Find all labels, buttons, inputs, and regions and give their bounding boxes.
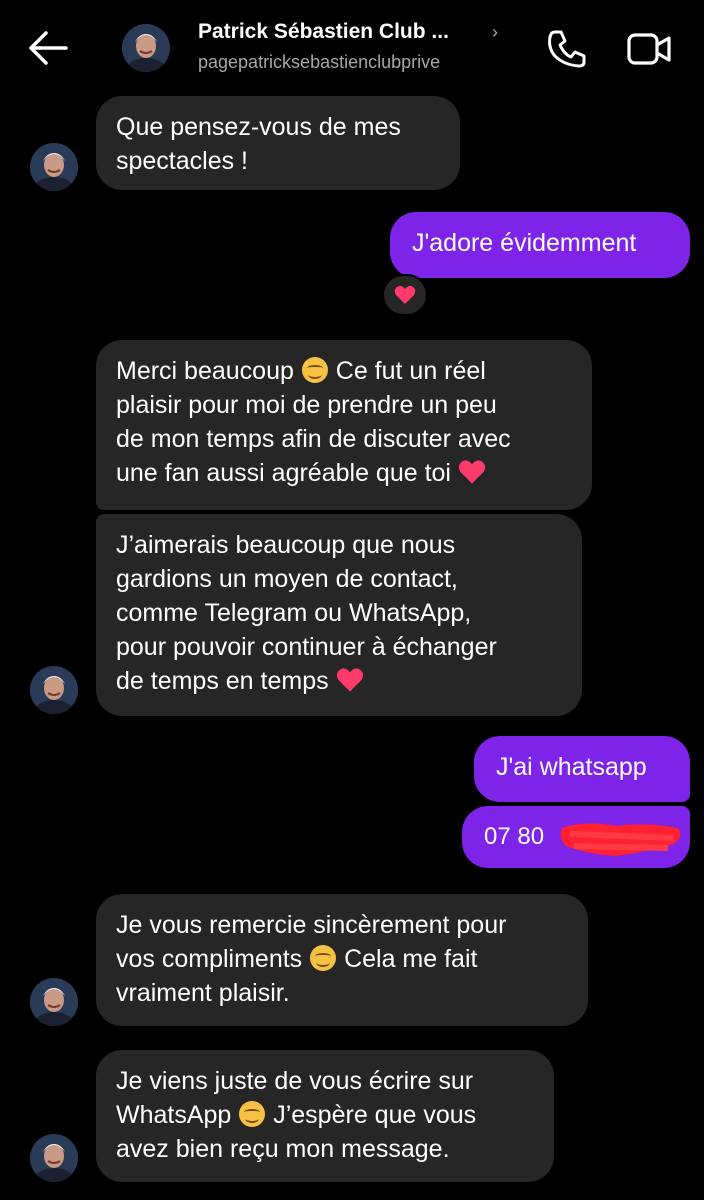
incoming-message[interactable]: Merci beaucoup Ce fut un réel plaisir po…	[96, 340, 592, 510]
message-text: J'ai whatsapp	[496, 753, 647, 781]
message-text: J'adore évidemment	[412, 229, 637, 257]
chevron-right-icon[interactable]: ›	[492, 22, 498, 43]
message-text: avez bien reçu mon message.	[116, 1135, 450, 1163]
outgoing-message[interactable]: J'ai whatsapp	[474, 736, 690, 802]
message-text: Je viens juste de vous écrire sur	[116, 1067, 474, 1095]
message-text: Ce fut un réel	[328, 357, 486, 385]
smiling-face-emoji-icon	[239, 1101, 266, 1127]
message-text: Cela me fait	[337, 945, 478, 973]
message-text: J’aimerais beaucoup que nous	[116, 531, 456, 559]
sender-avatar[interactable]	[30, 1134, 78, 1182]
contact-name[interactable]: Patrick Sébastien Club ...	[198, 20, 449, 44]
message-text: vos compliments	[116, 945, 310, 973]
message-text: pour pouvoir continuer à échanger	[116, 633, 497, 661]
message-text: de mon temps afin de discuter avec	[116, 425, 511, 453]
message-text: plaisir pour moi de prendre un peu	[116, 391, 497, 419]
incoming-message[interactable]: J’aimerais beaucoup que nous gardions un…	[96, 514, 582, 716]
chat-header: Patrick Sébastien Club ... › pagepatrick…	[0, 0, 704, 96]
heart-reaction[interactable]	[382, 274, 428, 316]
message-text: une fan aussi agréable que toi	[116, 459, 458, 487]
message-text: Je vous remercie sincèrement pour	[116, 911, 507, 939]
phone-icon[interactable]	[546, 28, 588, 70]
heart-icon	[394, 285, 416, 304]
message-text: Merci beaucoup	[116, 357, 301, 385]
message-text: Que pensez-vous de mes	[116, 113, 401, 141]
redaction-scribble	[560, 823, 681, 856]
back-arrow-icon[interactable]	[26, 28, 70, 68]
sender-avatar[interactable]	[30, 143, 78, 191]
smiling-face-emoji-icon	[301, 357, 328, 383]
contact-username: pagepatricksebastienclubprive	[198, 52, 441, 72]
incoming-message[interactable]: Je viens juste de vous écrire sur WhatsA…	[96, 1050, 554, 1182]
heart-emoji-icon	[458, 460, 486, 484]
message-text: vraiment plaisir.	[116, 979, 290, 1007]
video-camera-icon[interactable]	[626, 30, 672, 68]
contact-avatar[interactable]	[122, 24, 170, 72]
message-text: J’espère que vous	[266, 1101, 477, 1129]
incoming-message[interactable]: Que pensez-vous de mes spectacles !	[96, 96, 460, 190]
sender-avatar[interactable]	[30, 666, 78, 714]
message-text: gardions un moyen de contact,	[116, 565, 458, 593]
smiling-face-emoji-icon	[310, 945, 337, 971]
message-text: de temps en temps	[116, 667, 336, 695]
heart-emoji-icon	[336, 668, 363, 692]
incoming-message[interactable]: Je vous remercie sincèrement pour vos co…	[96, 894, 588, 1026]
message-text: spectacles !	[116, 147, 249, 175]
message-text: WhatsApp	[116, 1101, 239, 1129]
outgoing-message[interactable]: J'adore évidemment	[390, 212, 690, 278]
sender-avatar[interactable]	[30, 978, 78, 1026]
message-text: comme Telegram ou WhatsApp,	[116, 599, 472, 627]
